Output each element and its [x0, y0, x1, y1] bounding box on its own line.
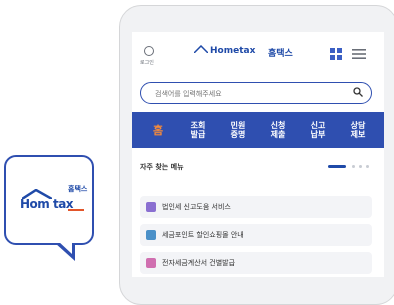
- brand-korean: 홈택스: [268, 49, 293, 59]
- logo-text: Hom tax: [20, 197, 74, 211]
- tab-certificate[interactable]: 민원 증명: [227, 121, 249, 139]
- hamburger-menu-icon[interactable]: [352, 49, 366, 59]
- logo-korean-text: 홈택스: [68, 185, 88, 193]
- tab-consult[interactable]: 상담 제보: [347, 121, 369, 139]
- search-icon[interactable]: [353, 87, 363, 97]
- phone-screen: 로그인 Hometax 홈택스 홈 조회 발급 민원 증명 신청 제출 신고 납…: [132, 32, 384, 277]
- house-roof-icon: [194, 45, 208, 53]
- carousel-dot: [359, 165, 362, 168]
- carousel-dot: [366, 165, 369, 168]
- invoice-icon: [146, 258, 156, 268]
- brand-logo[interactable]: Hometax: [210, 46, 255, 56]
- tab-filing[interactable]: 신고 납부: [307, 121, 329, 139]
- tab-home[interactable]: 홈: [147, 125, 169, 136]
- document-icon: [146, 202, 156, 212]
- speech-tail-fill: [58, 241, 72, 254]
- menu-item-corporate-tax[interactable]: 법인세 신고도움 서비스: [140, 196, 372, 218]
- menu-item-label: 세금포인트 할인쇼핑몰 안내: [162, 231, 244, 239]
- carousel-dot: [352, 165, 355, 168]
- tab-application[interactable]: 신청 제출: [267, 121, 289, 139]
- carousel-indicator[interactable]: [328, 164, 374, 170]
- section-title: 자주 찾는 메뉴: [140, 163, 184, 171]
- menu-item-tax-point[interactable]: 세금포인트 할인쇼핑몰 안내: [140, 224, 372, 246]
- carousel-dot-active: [328, 165, 346, 168]
- hometax-app-icon[interactable]: 홈택스 Hom tax: [4, 155, 94, 245]
- main-nav-tabs: 홈 조회 발급 민원 증명 신청 제출 신고 납부 상담 제보: [132, 112, 384, 148]
- search-bar: [140, 82, 372, 104]
- shopping-icon: [146, 230, 156, 240]
- search-input[interactable]: [153, 86, 347, 102]
- tab-inquiry[interactable]: 조회 발급: [187, 121, 209, 139]
- logo-underline: [68, 209, 84, 211]
- grid-icon[interactable]: [330, 48, 342, 60]
- login-label: 로그인: [140, 60, 154, 66]
- menu-item-label: 전자세금계산서 건별발급: [162, 259, 236, 267]
- menu-item-label: 법인세 신고도움 서비스: [162, 203, 231, 211]
- app-header: 로그인 Hometax 홈택스: [132, 32, 384, 76]
- login-icon[interactable]: [144, 46, 154, 56]
- menu-item-e-invoice[interactable]: 전자세금계산서 건별발급: [140, 252, 372, 274]
